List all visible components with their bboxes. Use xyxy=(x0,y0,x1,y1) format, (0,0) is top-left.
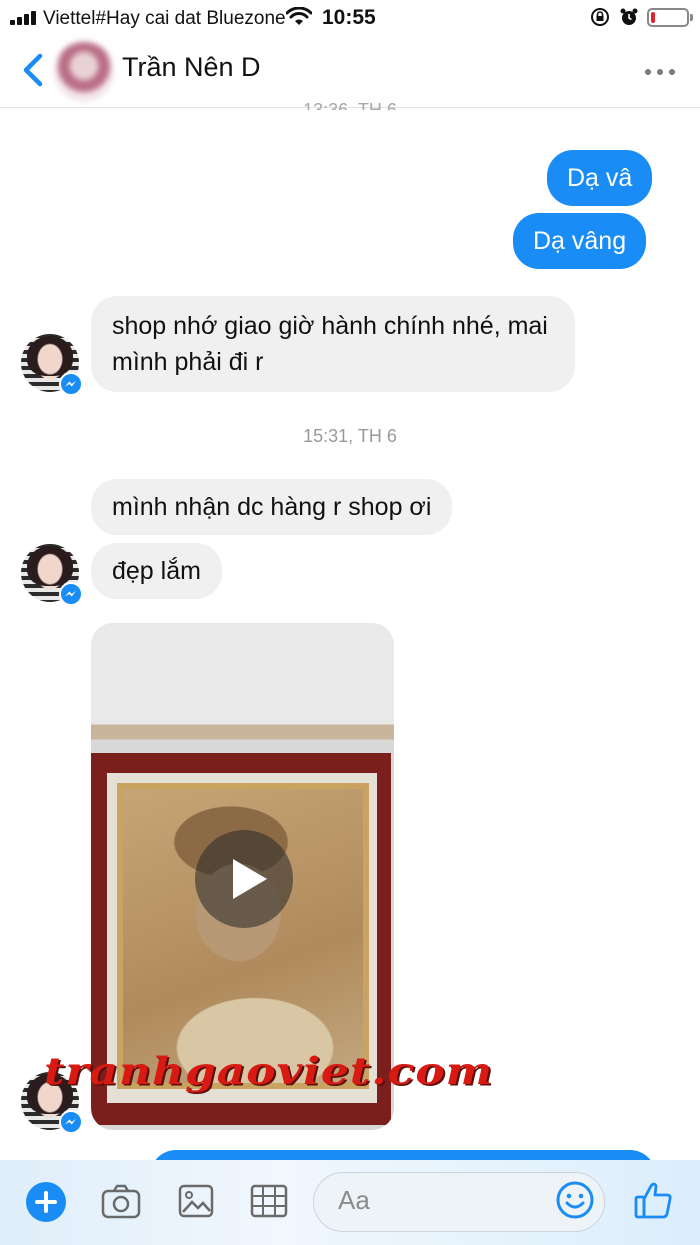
thumbs-up-icon[interactable] xyxy=(632,1178,676,1222)
wifi-icon xyxy=(286,7,312,25)
message-composer: Aa xyxy=(0,1160,700,1245)
rotation-lock-icon xyxy=(591,8,609,26)
grid-icon[interactable] xyxy=(248,1182,290,1220)
timestamp: 15:31, TH 6 xyxy=(303,426,397,446)
messenger-badge-icon xyxy=(59,372,83,396)
status-time: 10:55 xyxy=(322,6,376,29)
more-dots-icon[interactable] xyxy=(640,58,680,84)
plus-icon[interactable] xyxy=(26,1182,66,1222)
carrier-label: Viettel#Hay cai dat Bluezone xyxy=(43,8,286,29)
sender-avatar[interactable] xyxy=(21,334,83,396)
contact-avatar[interactable] xyxy=(54,42,114,102)
message-bubble-incoming[interactable]: shop nhớ giao giờ hành chính nhé, mai mì… xyxy=(91,296,575,392)
message-bubble-incoming[interactable]: mình nhận dc hàng r shop ơi xyxy=(91,479,453,535)
messenger-badge-icon xyxy=(59,1110,83,1134)
battery-level xyxy=(651,12,655,23)
signal-icon xyxy=(10,11,38,25)
timestamp: 13:36, TH 6 xyxy=(303,100,397,110)
message-bubble-outgoing[interactable]: Dạ vâ xyxy=(547,150,653,206)
message-bubble-incoming[interactable]: đẹp lắm xyxy=(91,543,222,599)
contact-name[interactable]: Trần Nên D xyxy=(122,52,261,83)
battery-icon xyxy=(647,8,693,27)
status-bar: Viettel#Hay cai dat Bluezone 10:55 xyxy=(0,0,700,36)
alarm-icon xyxy=(620,8,638,25)
watermark: tranhgaoviet.com xyxy=(44,1049,494,1094)
image-icon[interactable] xyxy=(175,1182,217,1220)
chevron-left-icon[interactable] xyxy=(18,50,48,90)
emoji-icon[interactable] xyxy=(555,1180,595,1220)
sender-avatar[interactable] xyxy=(21,544,83,606)
messenger-badge-icon xyxy=(59,582,83,606)
message-bubble-outgoing[interactable]: Dạ vâng xyxy=(513,213,647,269)
camera-icon[interactable] xyxy=(100,1182,142,1220)
play-icon[interactable] xyxy=(195,830,293,928)
